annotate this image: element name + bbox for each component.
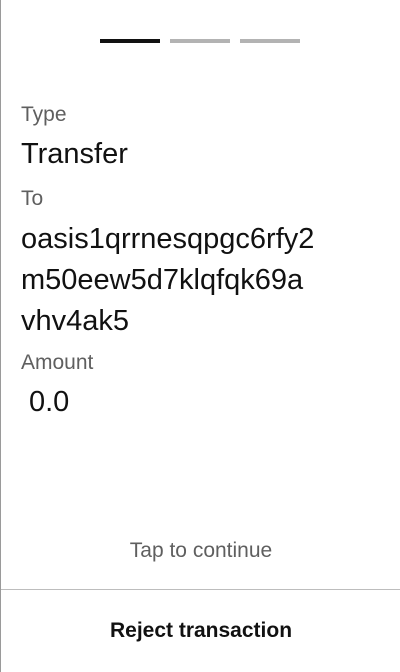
device-screen: Type Transfer To oasis1qrrnesqpgc6rfy2 m… bbox=[0, 0, 400, 672]
recipient-address-line-3: vhv4ak5 bbox=[21, 305, 130, 337]
recipient-address-line-2: m50eew5d7klqfqk69a bbox=[21, 264, 304, 296]
type-label: Type bbox=[21, 103, 67, 126]
reject-transaction-button[interactable]: Reject transaction bbox=[1, 590, 400, 672]
recipient-address-line-1: oasis1qrrnesqpgc6rfy2 bbox=[21, 223, 315, 255]
progress-stepper bbox=[100, 39, 300, 43]
amount-value: 0.0 bbox=[29, 386, 70, 418]
tap-to-continue-hint[interactable]: Tap to continue bbox=[1, 537, 400, 565]
step-indicator-2 bbox=[170, 39, 230, 43]
amount-label: Amount bbox=[21, 351, 94, 374]
step-indicator-3 bbox=[240, 39, 300, 43]
type-value: Transfer bbox=[21, 138, 128, 170]
to-label: To bbox=[21, 187, 44, 210]
step-indicator-1 bbox=[100, 39, 160, 43]
recipient-address: oasis1qrrnesqpgc6rfy2 m50eew5d7klqfqk69a… bbox=[21, 219, 314, 342]
